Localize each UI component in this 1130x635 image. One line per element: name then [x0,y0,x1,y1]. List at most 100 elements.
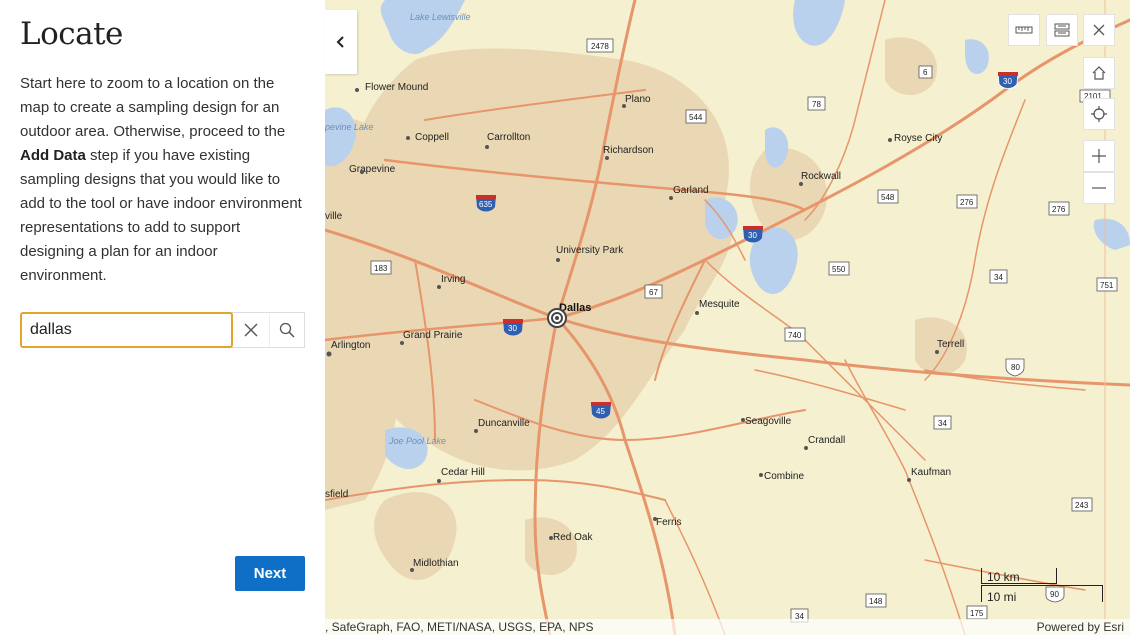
svg-text:183: 183 [374,264,388,273]
svg-text:78: 78 [812,100,821,109]
minus-icon [1092,187,1106,189]
interstate-shield-45: 45 [591,402,611,419]
place-seagoville: Seagoville [745,416,792,427]
zoom-in-button[interactable] [1083,140,1115,172]
map-view[interactable]: Lake Lewisville Flower Mound pevine Lake… [325,0,1130,635]
state-route-shield-544: 544 [685,109,707,124]
place-terrell: Terrell [937,339,964,350]
svg-text:34: 34 [938,419,947,428]
svg-text:30: 30 [508,324,517,333]
place-irving: Irving [441,274,465,285]
place-rockwall: Rockwall [801,171,841,182]
state-route-shield-276b: 276 [1048,201,1070,216]
state-route-shield-148: 148 [865,593,887,608]
interstate-shield-635: 635 [476,195,496,212]
interstate-shield-30-mid: 30 [743,226,763,243]
state-route-shield-183: 183 [370,260,392,275]
place-richardson: Richardson [603,145,654,156]
intro-text: Start here to zoom to a location on the … [20,72,305,288]
place-arlington: Arlington [331,340,370,351]
svg-text:276: 276 [1052,205,1066,214]
place-crandall: Crandall [808,435,845,446]
place-mansfield: sfield [325,489,348,500]
state-route-shield-67: 67 [644,284,663,299]
place-combine: Combine [764,471,804,482]
ruler-icon [1015,26,1033,34]
state-route-shield-175: 175 [966,605,988,620]
place-colleyville: ville [325,211,343,222]
map-attribution: , SafeGraph, FAO, METI/NASA, USGS, EPA, … [325,619,1130,635]
scale-bar: 10 km 10 mi [981,568,1106,604]
place-royse-city: Royse City [894,133,942,144]
basemap-button[interactable] [1046,14,1078,46]
interstate-shield-30-west: 30 [503,319,523,336]
svg-text:2478: 2478 [591,42,609,51]
place-plano: Plano [625,94,651,105]
state-route-shield-34: 34 [989,269,1008,284]
attribution-sources: , SafeGraph, FAO, METI/NASA, USGS, EPA, … [325,620,594,634]
clear-search-button[interactable] [233,312,269,348]
search-button[interactable] [269,312,305,348]
location-search [20,312,305,348]
place-grand-prairie: Grand Prairie [403,330,463,341]
lake-lewisville-label: Lake Lewisville [410,12,471,22]
scale-km-label: 10 km [987,570,1020,584]
state-route-shield-550: 550 [828,261,850,276]
place-kaufman: Kaufman [911,467,951,478]
place-midlothian: Midlothian [413,558,459,569]
svg-text:544: 544 [689,113,703,122]
svg-text:751: 751 [1100,281,1114,290]
search-input[interactable] [20,312,233,348]
locate-me-button[interactable] [1083,98,1115,130]
chevron-left-icon [336,36,344,48]
place-university-park: University Park [556,245,624,256]
measure-button[interactable] [1008,14,1040,46]
page-title: Locate [20,16,123,52]
state-route-shield-243: 243 [1071,497,1093,512]
next-button[interactable]: Next [235,556,305,591]
state-route-shield-740: 740 [784,327,806,342]
joe-pool-lake-label: Joe Pool Lake [388,436,446,446]
state-route-shield-6: 6 [918,65,933,79]
place-garland: Garland [673,185,709,196]
interstate-shield-30: 30 [997,71,1019,89]
home-button[interactable] [1083,57,1115,89]
scale-mi-label: 10 mi [987,590,1017,604]
svg-text:30: 30 [1003,77,1012,86]
place-ferris: Ferris [656,517,682,528]
place-mesquite: Mesquite [699,299,740,310]
place-red-oak: Red Oak [553,532,593,543]
close-icon [1093,24,1105,36]
place-coppell: Coppell [415,132,449,143]
svg-text:243: 243 [1075,501,1089,510]
state-route-shield-548: 548 [877,189,899,204]
intro-text-bold: Add Data [20,147,86,164]
basemap-toggle-icon [1054,23,1070,37]
intro-text-part-2: step if you have existing sampling desig… [20,147,302,284]
place-grapevine: Grapevine [349,164,396,175]
esri-attribution[interactable]: Powered by Esri [1037,620,1124,634]
basemap: Lake Lewisville Flower Mound pevine Lake… [325,0,1130,635]
place-flower-mound: Flower Mound [365,82,428,93]
place-duncanville: Duncanville [478,418,530,429]
svg-text:80: 80 [1011,363,1020,372]
svg-text:148: 148 [869,597,883,606]
svg-text:550: 550 [832,265,846,274]
intro-text-part-1: Start here to zoom to a location on the … [20,75,286,140]
state-route-shield-751: 751 [1096,277,1118,292]
collapse-panel-button[interactable] [325,10,357,74]
grapevine-lake-label: pevine Lake [325,122,374,132]
home-icon [1092,66,1106,80]
us-route-shield-80: 80 [1005,358,1025,377]
search-icon [279,322,295,338]
search-result-marker [547,308,567,328]
state-route-shield-34b: 34 [933,415,952,430]
close-icon [244,323,258,337]
zoom-out-button[interactable] [1083,172,1115,204]
svg-text:175: 175 [970,609,984,618]
svg-text:30: 30 [748,231,757,240]
place-carrollton: Carrollton [487,132,530,143]
svg-text:67: 67 [649,288,658,297]
close-map-tools-button[interactable] [1083,14,1115,46]
svg-text:45: 45 [596,407,605,416]
